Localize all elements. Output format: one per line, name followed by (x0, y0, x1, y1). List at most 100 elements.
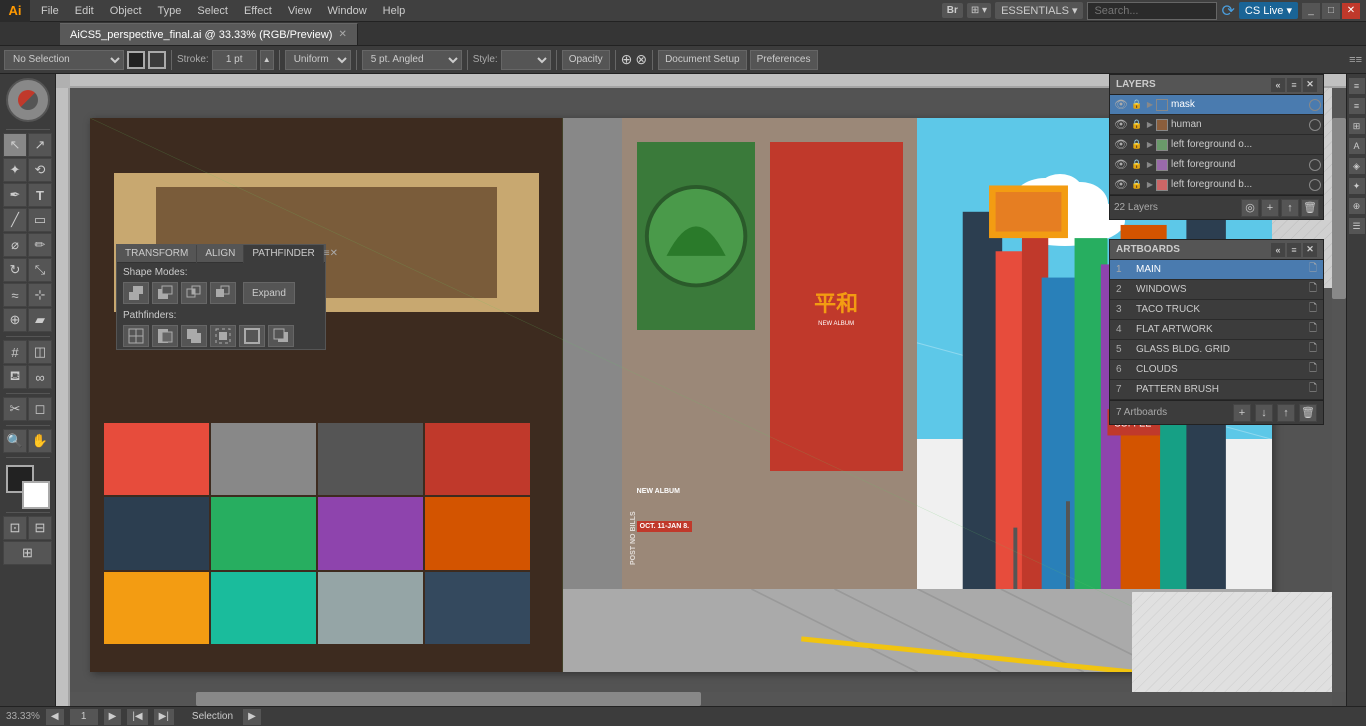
layers-panel-menu-btn[interactable]: ≡ (1287, 78, 1301, 92)
stroke-value-input[interactable] (212, 50, 257, 70)
lock-icon-fg1[interactable]: 🔒 (1130, 136, 1144, 154)
hand-tool-btn[interactable]: ✋ (28, 429, 52, 453)
document-tab[interactable]: AiCS5_perspective_final.ai @ 33.33% (RGB… (60, 23, 358, 45)
free-transform-btn[interactable]: ⊹ (28, 283, 52, 307)
panel-toggle-icon[interactable]: ≡≡ (1349, 54, 1362, 66)
menu-file[interactable]: File (34, 3, 66, 19)
selection-dropdown[interactable]: No Selection (4, 50, 124, 70)
artboards-panel-menu-btn[interactable]: ≡ (1287, 243, 1301, 257)
vertical-scrollbar[interactable] (1332, 88, 1346, 692)
pencil-tool-btn[interactable]: ✏ (28, 233, 52, 257)
artboard-row-main[interactable]: 1 MAIN 🗋 (1110, 260, 1323, 280)
minus-front-btn[interactable] (152, 282, 178, 304)
expand-btn[interactable]: Expand (243, 282, 295, 304)
delete-artboard-btn[interactable]: 🗑 (1299, 404, 1317, 422)
scissors-tool-btn[interactable]: ✂ (3, 397, 27, 421)
add-artboard-btn[interactable]: + (1233, 404, 1251, 422)
minimize-btn[interactable]: _ (1302, 3, 1320, 19)
align-tab[interactable]: ALIGN (197, 245, 244, 263)
view-options-btn[interactable]: ⊞ ▾ (967, 3, 991, 18)
right-btn-8[interactable]: ☰ (1349, 218, 1365, 234)
expand-icon-human[interactable]: ▶ (1144, 116, 1156, 134)
move-artboard-up-btn[interactable]: ↑ (1277, 404, 1295, 422)
zoom-out-btn[interactable]: ◀ (46, 709, 64, 725)
transform-tab[interactable]: TRANSFORM (117, 245, 197, 263)
zoom-tool-btn[interactable]: 🔍 (3, 429, 27, 453)
lock-icon-human[interactable]: 🔒 (1130, 116, 1144, 134)
tool-mode-arrow-btn[interactable]: ▶ (243, 709, 261, 725)
type-tool-btn[interactable]: T (28, 183, 52, 207)
minus-back-btn[interactable] (268, 325, 294, 347)
last-artboard-btn[interactable]: ▶| (154, 709, 174, 725)
selection-tool-btn[interactable]: ↖ (3, 133, 27, 157)
change-screen-btn[interactable]: ⊞ (3, 541, 52, 565)
eye-icon-human[interactable]: 👁 (1112, 116, 1130, 134)
menu-effect[interactable]: Effect (237, 3, 279, 19)
menu-type[interactable]: Type (151, 3, 189, 19)
layer-row-fg1[interactable]: 👁 🔒 ▶ left foreground o... (1110, 135, 1323, 155)
fill-swatch[interactable] (127, 51, 145, 69)
artboards-panel-collapse-btn[interactable]: « (1271, 243, 1285, 257)
menu-window[interactable]: Window (321, 3, 374, 19)
rotate-tool-btn[interactable]: ↻ (3, 258, 27, 282)
merge-btn[interactable] (181, 325, 207, 347)
right-btn-6[interactable]: ✦ (1349, 178, 1365, 194)
compass-widget[interactable] (6, 78, 50, 122)
artboard-row-glass[interactable]: 5 GLASS BLDG. GRID 🗋 (1110, 340, 1323, 360)
zoom-in-btn[interactable]: ▶ (104, 709, 122, 725)
move-artboard-down-btn[interactable]: ↓ (1255, 404, 1273, 422)
right-btn-1[interactable]: ≡ (1349, 78, 1365, 94)
pen-tool-btn[interactable]: ✒ (3, 183, 27, 207)
artboards-panel-close-btn[interactable]: ✕ (1303, 243, 1317, 257)
right-btn-2[interactable]: ≡ (1349, 98, 1365, 114)
menu-edit[interactable]: Edit (68, 3, 101, 19)
make-sublayer-btn[interactable]: ◎ (1241, 199, 1259, 217)
right-btn-7[interactable]: ⊕ (1349, 198, 1365, 214)
tab-close-icon[interactable]: ✕ (338, 29, 346, 40)
close-btn[interactable]: ✕ (1342, 3, 1360, 19)
right-btn-3[interactable]: ⊞ (1349, 118, 1365, 134)
brush-dropdown[interactable]: 5 pt. Angled (362, 50, 462, 70)
tp-close-btn[interactable]: ✕ (330, 245, 338, 263)
vertical-scroll-thumb[interactable] (1332, 118, 1346, 299)
artboard-row-flat[interactable]: 4 FLAT ARTWORK 🗋 (1110, 320, 1323, 340)
gradient-tool-btn[interactable]: ◫ (28, 340, 52, 364)
menu-select[interactable]: Select (190, 3, 235, 19)
right-btn-5[interactable]: ◈ (1349, 158, 1365, 174)
artboard-row-windows[interactable]: 2 WINDOWS 🗋 (1110, 280, 1323, 300)
menu-view[interactable]: View (281, 3, 319, 19)
isolate-icon[interactable]: ⊕ (621, 51, 633, 68)
artboard-row-clouds[interactable]: 6 CLOUDS 🗋 (1110, 360, 1323, 380)
preferences-btn[interactable]: Preferences (750, 50, 818, 70)
mesh-tool-btn[interactable]: # (3, 340, 27, 364)
layer-row-fg2[interactable]: 👁 🔒 ▶ left foreground (1110, 155, 1323, 175)
lasso-tool-btn[interactable]: ⟲ (28, 158, 52, 182)
clipping-icon[interactable]: ⊗ (635, 51, 647, 68)
eye-icon-fg1[interactable]: 👁 (1112, 136, 1130, 154)
essentials-btn[interactable]: ESSENTIALS ▾ (995, 2, 1083, 19)
blend-tool-btn[interactable]: ∞ (28, 365, 52, 389)
horizontal-scroll-thumb[interactable] (196, 692, 701, 706)
column-graph-btn[interactable]: ▰ (28, 308, 52, 332)
eye-icon-fg3[interactable]: 👁 (1112, 176, 1130, 194)
layer-row-human[interactable]: 👁 🔒 ▶ human (1110, 115, 1323, 135)
screen-mode-btn[interactable]: ⊟ (28, 516, 52, 540)
unite-btn[interactable] (123, 282, 149, 304)
menu-object[interactable]: Object (103, 3, 149, 19)
bridge-btn[interactable]: Br (942, 3, 963, 18)
direct-select-tool-btn[interactable]: ↗ (28, 133, 52, 157)
menu-help[interactable]: Help (376, 3, 413, 19)
trim-btn[interactable] (152, 325, 178, 347)
lock-icon-fg3[interactable]: 🔒 (1130, 176, 1144, 194)
artboard-nav-input[interactable] (70, 709, 98, 725)
layer-row-mask[interactable]: 👁 🔒 ▶ mask (1110, 95, 1323, 115)
eye-icon-mask[interactable]: 👁 (1112, 96, 1130, 114)
scale-tool-btn[interactable]: ⤡ (28, 258, 52, 282)
crop-btn[interactable] (210, 325, 236, 347)
outline-btn[interactable] (239, 325, 265, 347)
eyedropper-tool-btn[interactable]: ⛾ (3, 365, 27, 389)
expand-icon-fg1[interactable]: ▶ (1144, 136, 1156, 154)
add-layer-btn[interactable]: + (1261, 199, 1279, 217)
draw-mode-btn[interactable]: ⊡ (3, 516, 27, 540)
cslive-btn[interactable]: CS Live ▾ (1239, 2, 1298, 19)
